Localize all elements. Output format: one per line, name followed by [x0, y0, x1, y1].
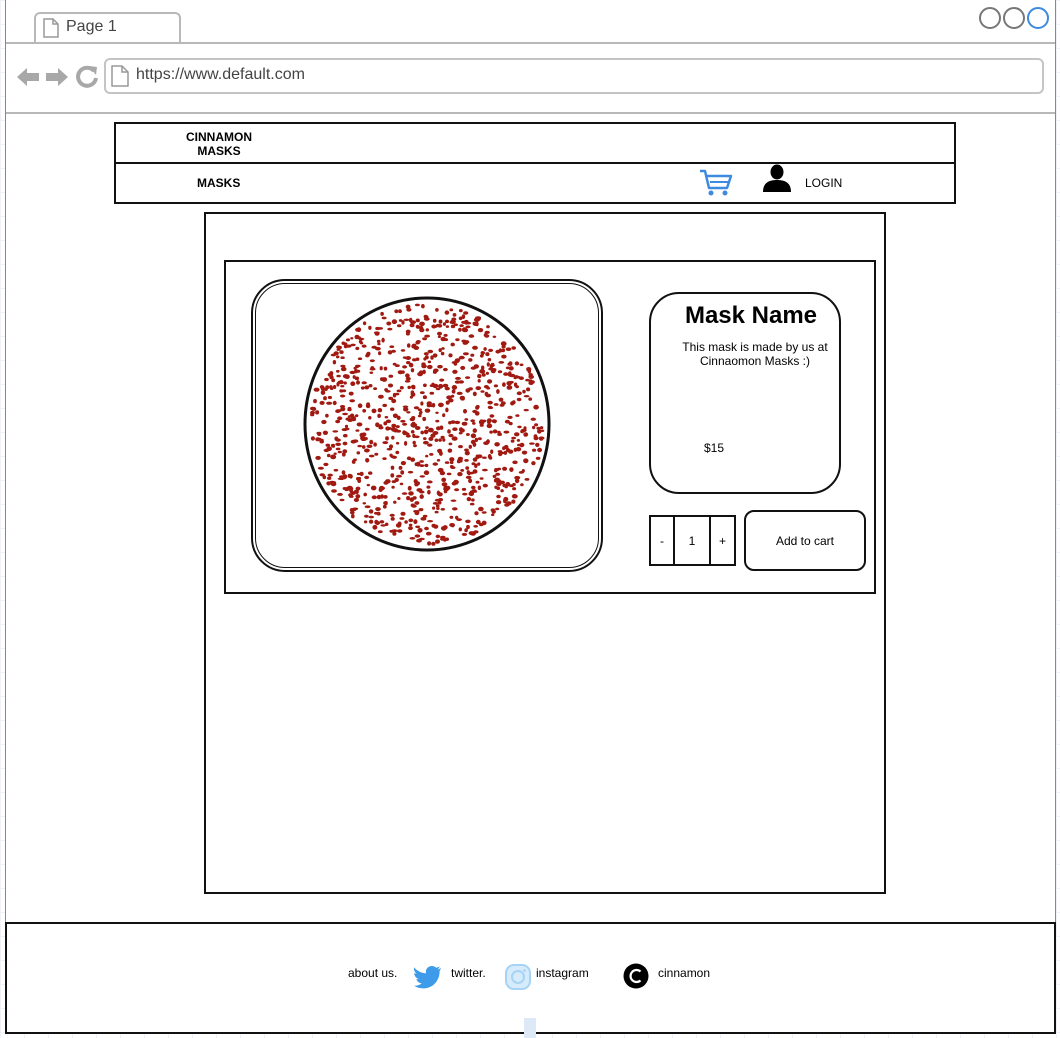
footer-about-link[interactable]: about us. [348, 966, 397, 980]
tab-title: Page 1 [66, 18, 117, 35]
user-icon[interactable] [762, 164, 792, 197]
document-icon [42, 18, 60, 43]
url-text[interactable]: https://www.default.com [136, 66, 305, 84]
brand-logo[interactable]: CINNAMON MASKS [170, 130, 268, 158]
scroll-indicator[interactable] [524, 1018, 536, 1038]
mask-image [300, 294, 554, 559]
nav-masks-link[interactable]: MASKS [197, 176, 240, 190]
window-controls[interactable] [978, 7, 1052, 36]
footer-instagram-link[interactable]: instagram [536, 966, 589, 980]
back-arrow-icon[interactable] [16, 66, 40, 93]
cart-icon[interactable] [698, 168, 734, 203]
add-to-cart-button[interactable]: Add to cart [744, 510, 866, 571]
page-icon [110, 65, 130, 92]
quantity-value[interactable]: 1 [675, 517, 711, 564]
header-divider [114, 162, 956, 164]
copyright-icon [623, 963, 649, 994]
footer-copyright-text: cinnamon [658, 966, 711, 980]
quantity-stepper: - 1 + [649, 515, 736, 566]
forward-arrow-icon[interactable] [45, 66, 69, 93]
product-name: Mask Name [684, 302, 818, 329]
quantity-increment-button[interactable]: + [711, 517, 734, 564]
instagram-icon[interactable] [505, 964, 531, 995]
twitter-icon[interactable] [413, 965, 442, 994]
login-link[interactable]: LOGIN [805, 176, 842, 190]
product-price: $15 [704, 441, 725, 455]
brand-line-2: MASKS [197, 144, 241, 158]
quantity-decrement-button[interactable]: - [651, 517, 675, 564]
brand-line-1: CINNAMON [186, 130, 252, 144]
product-description: This mask is made by us at Cinnaomon Mas… [682, 340, 828, 368]
footer-twitter-link[interactable]: twitter. [451, 966, 486, 980]
reload-icon[interactable] [75, 64, 99, 93]
